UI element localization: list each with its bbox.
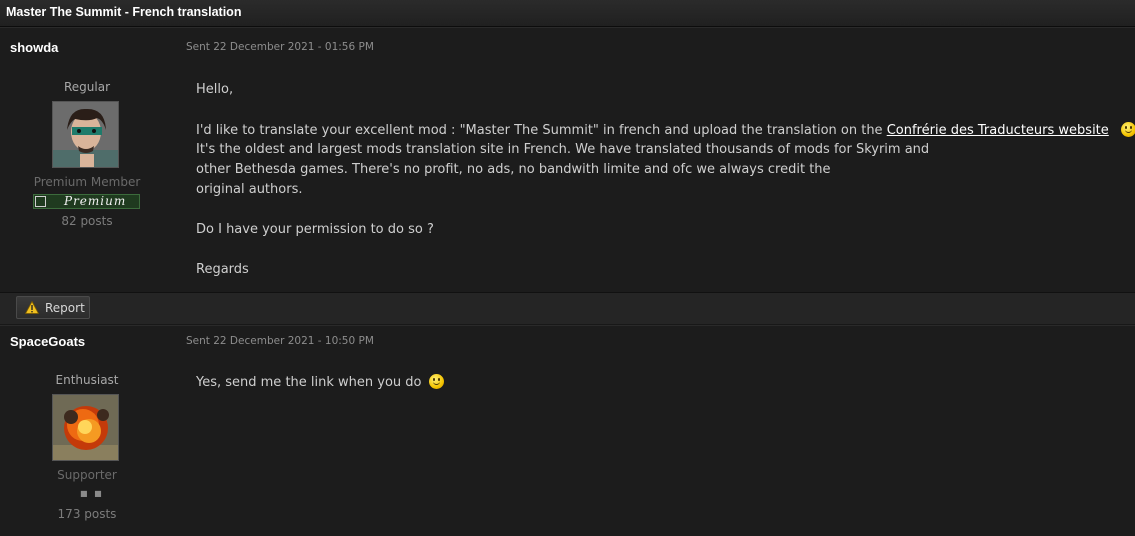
member-rank: Regular bbox=[63, 80, 111, 94]
avatar-image bbox=[53, 102, 118, 167]
message-post: SpaceGoats Sent 22 December 2021 - 10:50… bbox=[0, 325, 1135, 536]
message-line: It's the oldest and largest mods transla… bbox=[196, 142, 930, 157]
thread-title-bar: Master The Summit - French translation bbox=[0, 0, 1135, 27]
post-timestamp: Sent 22 December 2021 - 10:50 PM bbox=[186, 335, 374, 347]
member-rank: Enthusiast bbox=[55, 373, 119, 387]
report-label: Report bbox=[45, 301, 85, 315]
avatar-image bbox=[53, 395, 118, 460]
thread-title: Master The Summit - French translation bbox=[6, 5, 242, 19]
message-post: showda Sent 22 December 2021 - 01:56 PM … bbox=[0, 27, 1135, 293]
author-username[interactable]: SpaceGoats bbox=[10, 334, 85, 349]
smiley-icon bbox=[428, 374, 444, 389]
report-button[interactable]: Report bbox=[16, 296, 90, 319]
message-line: Yes, send me the link when you do bbox=[196, 374, 444, 390]
member-group: Premium Member bbox=[33, 175, 141, 189]
message-line: Hello, bbox=[196, 82, 234, 97]
smiley-icon bbox=[1120, 122, 1135, 137]
premium-badge-label: Premium bbox=[64, 194, 127, 208]
message-line: original authors. bbox=[196, 182, 303, 197]
avatar[interactable] bbox=[52, 394, 119, 461]
author-username[interactable]: showda bbox=[10, 40, 58, 55]
member-group: Supporter bbox=[57, 468, 117, 482]
post-actions-bar: Report bbox=[0, 292, 1135, 324]
post-count: 82 posts bbox=[61, 214, 113, 228]
message-line-with-link: I'd like to translate your excellent mod… bbox=[196, 122, 1135, 138]
message-line: other Bethesda games. There's no profit,… bbox=[196, 162, 831, 177]
warning-icon bbox=[25, 301, 39, 314]
message-text: Yes, send me the link when you do bbox=[196, 375, 422, 390]
message-text: I'd like to translate your excellent mod… bbox=[196, 123, 887, 138]
avatar[interactable] bbox=[52, 101, 119, 168]
premium-badge: Premium bbox=[33, 194, 140, 209]
post-count: 173 posts bbox=[57, 507, 117, 521]
confrerie-link[interactable]: Confrérie des Traducteurs website bbox=[887, 123, 1109, 138]
premium-badge-icon bbox=[35, 196, 46, 207]
post-timestamp: Sent 22 December 2021 - 01:56 PM bbox=[186, 41, 374, 53]
message-line: Do I have your permission to do so ? bbox=[196, 222, 434, 237]
rank-pips: ■ ■ bbox=[80, 489, 104, 498]
message-line: Regards bbox=[196, 262, 249, 277]
